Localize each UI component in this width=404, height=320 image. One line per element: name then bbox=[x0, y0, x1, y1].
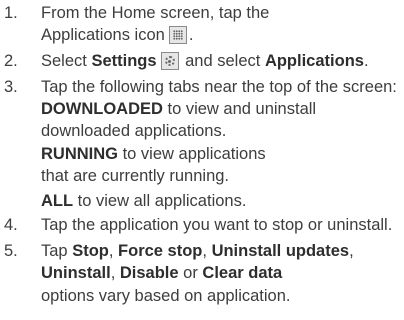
gear-icon bbox=[160, 52, 179, 70]
step-text: Tap the application you want to stop or … bbox=[41, 216, 393, 234]
apps-grid-icon bbox=[168, 26, 187, 44]
all-label: ALL bbox=[41, 192, 74, 210]
disable-label: Disable bbox=[119, 264, 179, 282]
stop-label: Stop bbox=[72, 242, 109, 260]
settings-label: Settings bbox=[91, 52, 157, 70]
applications-label: Applications bbox=[264, 52, 364, 70]
running-label: RUNNING bbox=[41, 145, 118, 163]
uninstall-label: Uninstall bbox=[41, 264, 111, 282]
uninstall-updates-label: Uninstall updates bbox=[211, 242, 350, 260]
step-number: 1. bbox=[4, 4, 18, 22]
clear-data-label: Clear data bbox=[202, 264, 283, 282]
force-stop-label: Force stop bbox=[118, 242, 203, 260]
step-number: 2. bbox=[4, 52, 18, 70]
step-text: From the Home screen, tap the bbox=[41, 4, 270, 22]
step-number: 3. bbox=[4, 78, 18, 96]
step-text: Applications icon bbox=[41, 26, 165, 44]
downloaded-label: DOWNLOADED bbox=[41, 100, 163, 118]
step-text: Tap the following tabs near the top of t… bbox=[41, 78, 397, 96]
step-number: 5. bbox=[4, 242, 18, 260]
step-number: 4. bbox=[4, 216, 18, 234]
